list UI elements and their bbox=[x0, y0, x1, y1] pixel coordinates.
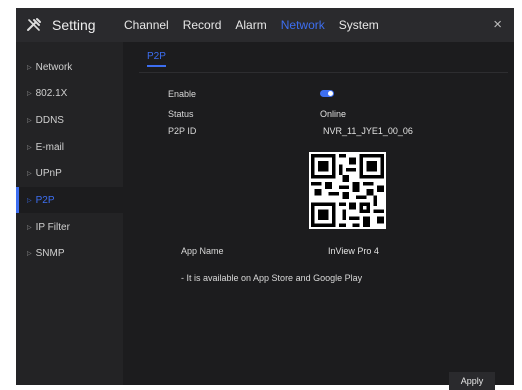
divider bbox=[139, 72, 508, 73]
close-icon[interactable]: × bbox=[493, 17, 502, 32]
sidebar-item-email[interactable]: ▷ E-mail bbox=[16, 134, 123, 160]
sidebar-item-802-1x[interactable]: ▷ 802.1X bbox=[16, 80, 123, 106]
app-name-value: InView Pro 4 bbox=[328, 246, 379, 256]
tab-system[interactable]: System bbox=[339, 18, 379, 32]
sidebar-item-label: Network bbox=[35, 61, 73, 73]
sidebar-item-label: IP Filter bbox=[35, 221, 70, 233]
chevron-right-icon: ▷ bbox=[27, 144, 32, 151]
tab-channel[interactable]: Channel bbox=[124, 18, 169, 32]
app-title: Setting bbox=[26, 15, 96, 35]
tab-record[interactable]: Record bbox=[183, 18, 222, 32]
sidebar: ▷ Network ▷ 802.1X ▷ DDNS ▷ E-mail ▷ UPn… bbox=[16, 42, 123, 385]
sidebar-item-label: E-mail bbox=[35, 141, 64, 153]
toggle-knob bbox=[328, 91, 333, 96]
qr-code-icon bbox=[309, 152, 386, 229]
sidebar-item-ddns[interactable]: ▷ DDNS bbox=[16, 107, 123, 133]
chevron-right-icon: ▷ bbox=[27, 90, 32, 97]
chevron-right-icon: ▷ bbox=[27, 197, 32, 204]
tab-alarm[interactable]: Alarm bbox=[235, 18, 266, 32]
sidebar-item-label: DDNS bbox=[35, 114, 64, 126]
sidebar-item-label: P2P bbox=[35, 194, 55, 206]
p2p-id-value: NVR_11_JYE1_00_06 bbox=[323, 126, 413, 136]
sidebar-item-p2p[interactable]: ▷ P2P bbox=[16, 187, 123, 213]
chevron-right-icon: ▷ bbox=[27, 117, 32, 124]
apply-button[interactable]: Apply bbox=[449, 372, 495, 390]
availability-note: - It is available on App Store and Googl… bbox=[181, 273, 363, 283]
chevron-right-icon: ▷ bbox=[27, 64, 32, 71]
sidebar-item-snmp[interactable]: ▷ SNMP bbox=[16, 240, 123, 266]
tab-network[interactable]: Network bbox=[281, 18, 325, 32]
app-name-label: App Name bbox=[181, 246, 224, 256]
subtab-underline bbox=[147, 65, 166, 67]
status-value: Online bbox=[320, 109, 347, 119]
sidebar-item-network[interactable]: ▷ Network bbox=[16, 54, 123, 80]
chevron-right-icon: ▷ bbox=[27, 170, 32, 177]
sidebar-item-upnp[interactable]: ▷ UPnP bbox=[16, 160, 123, 186]
enable-label: Enable bbox=[168, 89, 197, 99]
tools-icon bbox=[26, 17, 42, 33]
settings-window: Setting Channel Record Alarm Network Sys… bbox=[16, 8, 514, 390]
sidebar-item-label: SNMP bbox=[35, 247, 65, 259]
sidebar-item-label: 802.1X bbox=[35, 87, 68, 99]
chevron-right-icon: ▷ bbox=[27, 250, 32, 257]
subtab-p2p[interactable]: P2P bbox=[147, 51, 166, 62]
p2p-id-label: P2P ID bbox=[168, 126, 197, 136]
main-tabs: Channel Record Alarm Network System bbox=[124, 8, 393, 42]
sidebar-item-label: UPnP bbox=[35, 167, 62, 179]
title-bar: Setting Channel Record Alarm Network Sys… bbox=[16, 8, 514, 42]
chevron-right-icon: ▷ bbox=[27, 224, 32, 231]
sidebar-item-ip-filter[interactable]: ▷ IP Filter bbox=[16, 214, 123, 240]
p2p-panel: P2P Enable Status Online P2P ID NVR_11_J… bbox=[123, 42, 514, 390]
window-title: Setting bbox=[52, 17, 96, 33]
status-label: Status bbox=[168, 109, 194, 119]
enable-toggle[interactable] bbox=[320, 90, 334, 97]
